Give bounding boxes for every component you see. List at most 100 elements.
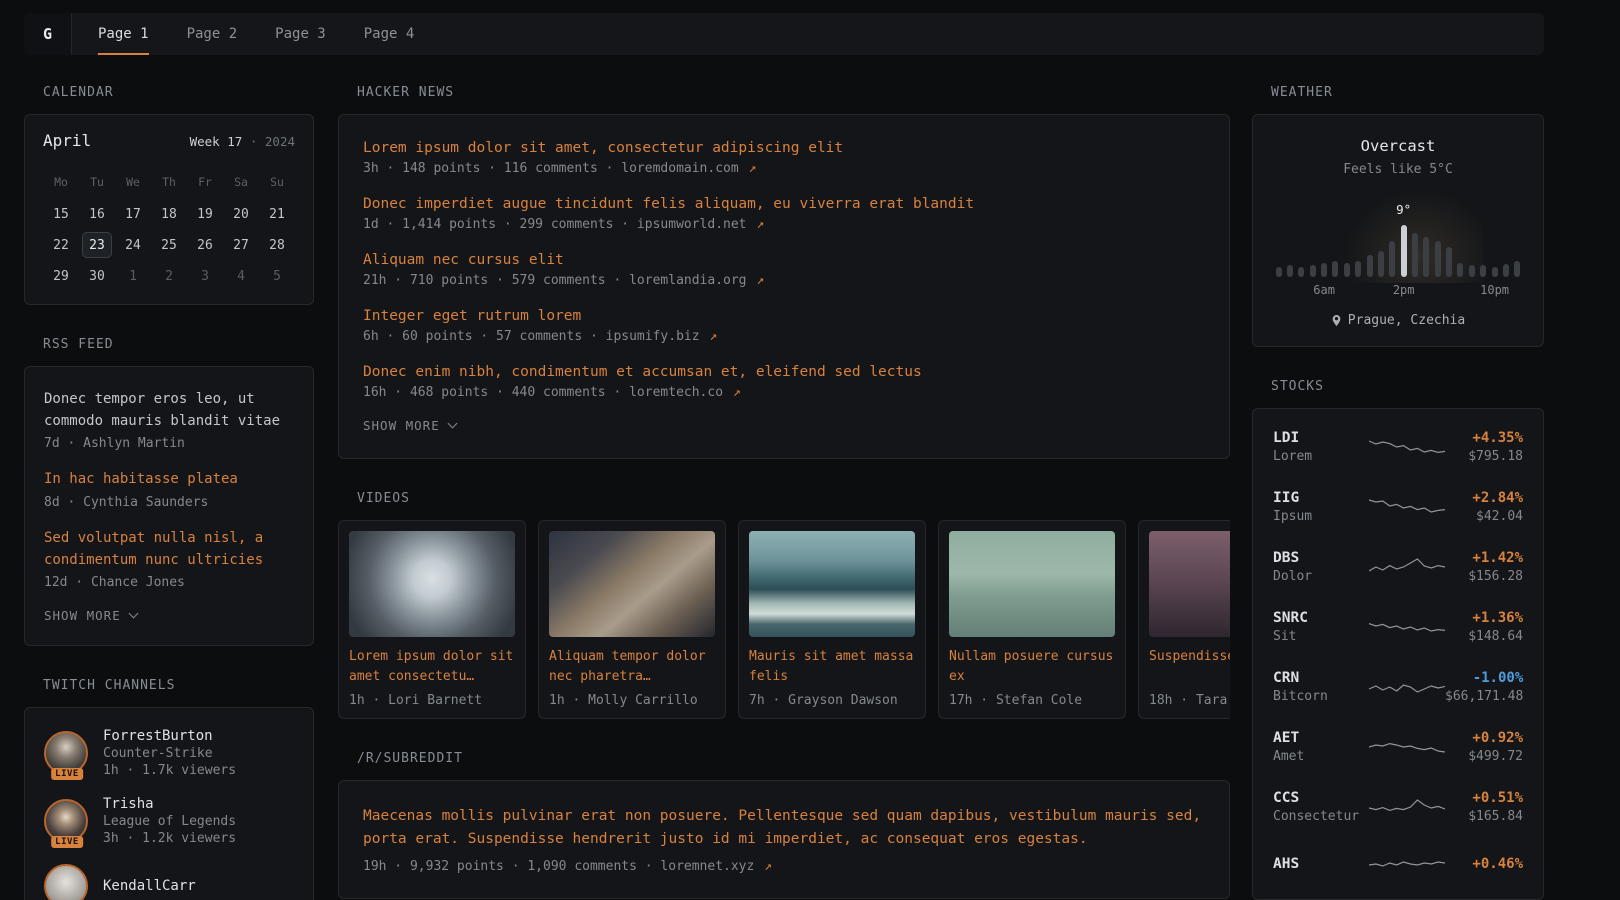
video-card[interactable]: Lorem ipsum dolor sit amet consectetu…1h… bbox=[338, 520, 526, 719]
weather-bar-slot bbox=[1457, 201, 1464, 277]
tab-page-1[interactable]: Page 1 bbox=[98, 13, 149, 55]
video-meta: 17h · Stefan Cole bbox=[949, 693, 1115, 708]
external-link-icon: ↗ bbox=[764, 859, 772, 874]
stock-values: +4.35%$795.18 bbox=[1445, 430, 1523, 464]
rss-item-link[interactable]: Donec tempor eros leo, ut commodo mauris… bbox=[44, 389, 294, 432]
calendar-day: 19 bbox=[187, 202, 223, 226]
video-meta: 7h · Grayson Dawson bbox=[749, 693, 915, 708]
weather-bar-slot bbox=[1434, 201, 1441, 277]
stock-info: CRNBitcorn bbox=[1273, 670, 1369, 704]
stock-row[interactable]: AETAmet+0.92%$499.72 bbox=[1273, 717, 1523, 777]
calendar-day-header: Sa bbox=[223, 170, 259, 194]
twitch-channel[interactable]: LIVE ForrestBurtonCounter-Strike1h · 1.7k… bbox=[44, 728, 294, 778]
video-title: Suspendisse diam bbox=[1149, 647, 1230, 687]
hn-item: Integer eget rutrum lorem 6h · 60 points … bbox=[363, 308, 1205, 344]
calendar-day-number: 23 bbox=[82, 232, 112, 258]
weather-bar bbox=[1378, 251, 1384, 277]
hackernews-widget-title: HACKER NEWS bbox=[338, 85, 1230, 100]
external-link-icon: ↗ bbox=[756, 273, 764, 288]
stock-info: IIGIpsum bbox=[1273, 490, 1369, 524]
twitch-channel-list: LIVE ForrestBurtonCounter-Strike1h · 1.7k… bbox=[44, 728, 294, 900]
stock-symbol: SNRC bbox=[1273, 610, 1369, 626]
hn-story-link[interactable]: Integer eget rutrum lorem bbox=[363, 308, 1205, 324]
subreddit-post-meta-text: 19h · 9,932 points · 1,090 comments · lo… bbox=[363, 859, 754, 874]
video-card[interactable]: Nullam posuere cursus ex17h · Stefan Col… bbox=[938, 520, 1126, 719]
stock-symbol: AET bbox=[1273, 730, 1369, 746]
rss-show-more-button[interactable]: SHOW MORE bbox=[44, 608, 294, 623]
twitch-channel[interactable]: LIVETrishaLeague of Legends3h · 1.2k vie… bbox=[44, 796, 294, 846]
weather-bar bbox=[1514, 261, 1520, 277]
tab-page-2[interactable]: Page 2 bbox=[187, 13, 238, 55]
weather-bar bbox=[1412, 233, 1418, 277]
video-meta: 1h · Molly Carrillo bbox=[549, 693, 715, 708]
stock-name: Dolor bbox=[1273, 569, 1369, 584]
hn-meta-text: 6h · 60 points · 57 comments · ipsumify.… bbox=[363, 329, 700, 344]
tab-page-4[interactable]: Page 4 bbox=[364, 13, 415, 55]
weather-bar-slot bbox=[1389, 201, 1396, 277]
weather-bar-slot bbox=[1411, 201, 1418, 277]
twitch-channel-meta: 3h · 1.2k viewers bbox=[103, 831, 236, 846]
weather-bar bbox=[1321, 263, 1327, 277]
calendar-day: 22 bbox=[43, 233, 79, 257]
video-card[interactable]: Mauris sit amet massa felis7h · Grayson … bbox=[738, 520, 926, 719]
app-logo[interactable]: G bbox=[24, 13, 72, 55]
rss-item-link[interactable]: Sed volutpat nulla nisl, a condimentum n… bbox=[44, 528, 294, 571]
hn-story-link[interactable]: Aliquam nec cursus elit bbox=[363, 252, 1205, 268]
calendar-day-number: 16 bbox=[82, 201, 112, 227]
hn-story-link[interactable]: Lorem ipsum dolor sit amet, consectetur … bbox=[363, 140, 1205, 156]
hackernews-show-more-button[interactable]: SHOW MORE bbox=[363, 418, 1205, 433]
stock-row[interactable]: DBSDolor+1.42%$156.28 bbox=[1273, 537, 1523, 597]
twitch-widget-title: TWITCH CHANNELS bbox=[24, 678, 314, 693]
stock-row[interactable]: LDILorem+4.35%$795.18 bbox=[1273, 417, 1523, 477]
calendar-day-number: 17 bbox=[118, 201, 148, 227]
weather-location-label: Prague, Czechia bbox=[1348, 313, 1465, 328]
stock-row[interactable]: CCSConsectetur+0.51%$165.84 bbox=[1273, 777, 1523, 837]
chevron-down-icon bbox=[128, 609, 138, 619]
subreddit-post-link[interactable]: Maecenas mollis pulvinar erat non posuer… bbox=[363, 805, 1205, 851]
calendar-day-grid: 1516171819202122232425262728293012345 bbox=[43, 202, 295, 288]
hn-story-meta: 6h · 60 points · 57 comments · ipsumify.… bbox=[363, 329, 1205, 344]
calendar-day-number: 20 bbox=[226, 201, 256, 227]
concrete-towers-sky-thumbnail bbox=[349, 531, 515, 637]
tab-page-3[interactable]: Page 3 bbox=[275, 13, 326, 55]
weather-bar bbox=[1298, 267, 1304, 277]
weather-axis-label: 10pm bbox=[1480, 283, 1509, 297]
weather-axis-label: 2pm bbox=[1393, 283, 1415, 297]
weather-bar-slot bbox=[1343, 201, 1350, 277]
video-card[interactable]: Aliquam tempor dolor nec pharetra…1h · M… bbox=[538, 520, 726, 719]
calendar-day: 1 bbox=[115, 264, 151, 288]
weather-bar bbox=[1344, 263, 1350, 277]
calendar-day-number: 19 bbox=[190, 201, 220, 227]
external-link-icon: ↗ bbox=[733, 385, 741, 400]
video-card[interactable]: Suspendisse diam18h · Tara bbox=[1138, 520, 1230, 719]
stock-row[interactable]: CRNBitcorn-1.00%$66,171.48 bbox=[1273, 657, 1523, 717]
stock-change: +0.51% bbox=[1445, 790, 1523, 806]
hn-item: Donec enim nibh, condimentum et accumsan… bbox=[363, 364, 1205, 400]
stock-name: Amet bbox=[1273, 749, 1369, 764]
rss-item-link[interactable]: In hac habitasse platea bbox=[44, 469, 294, 491]
weather-hourly-chart: 9° bbox=[1273, 201, 1523, 277]
weather-widget: WEATHER Overcast Feels like 5°C 9° 6am2p… bbox=[1252, 85, 1544, 347]
rss-item: Donec tempor eros leo, ut commodo mauris… bbox=[44, 389, 294, 451]
weather-bar bbox=[1287, 265, 1293, 277]
twitch-channel[interactable]: LIVEKendallCarr bbox=[44, 864, 294, 900]
twitch-channel-info: ForrestBurtonCounter-Strike1h · 1.7k vie… bbox=[103, 728, 236, 778]
stock-row[interactable]: AHS+0.46% bbox=[1273, 837, 1523, 891]
stock-values: +0.46% bbox=[1445, 856, 1523, 872]
stock-sparkline bbox=[1369, 553, 1445, 581]
hackernews-show-more-label: SHOW MORE bbox=[363, 418, 440, 433]
stock-row[interactable]: SNRCSit+1.36%$148.64 bbox=[1273, 597, 1523, 657]
hn-story-link[interactable]: Donec enim nibh, condimentum et accumsan… bbox=[363, 364, 1205, 380]
weather-bar-slot: 9° bbox=[1400, 201, 1407, 277]
stock-name: Lorem bbox=[1273, 449, 1369, 464]
weather-bar-slot bbox=[1320, 201, 1327, 277]
calendar-widget: CALENDAR April Week 17 · 2024 MoTuWeThFr… bbox=[24, 85, 314, 305]
weather-bar-slot bbox=[1423, 201, 1430, 277]
live-badge: LIVE bbox=[51, 768, 83, 780]
hn-story-link[interactable]: Donec imperdiet augue tincidunt felis al… bbox=[363, 196, 1205, 212]
hackernews-card: Lorem ipsum dolor sit amet, consectetur … bbox=[338, 114, 1230, 459]
stock-values: +1.36%$148.64 bbox=[1445, 610, 1523, 644]
stock-change: -1.00% bbox=[1445, 670, 1523, 686]
chevron-down-icon bbox=[447, 419, 457, 429]
stock-row[interactable]: IIGIpsum+2.84%$42.04 bbox=[1273, 477, 1523, 537]
